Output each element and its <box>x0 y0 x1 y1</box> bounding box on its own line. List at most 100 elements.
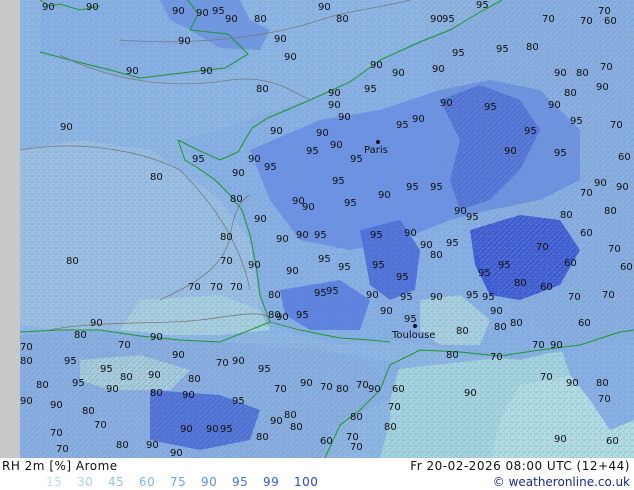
contour-label: 90 <box>302 202 315 213</box>
legend-tick: 75 <box>170 475 187 489</box>
contour-label: 95 <box>476 0 489 11</box>
contour-label: 90 <box>548 100 561 111</box>
contour-label: 70 <box>542 14 555 25</box>
contour-label: 60 <box>392 384 405 395</box>
contour-label: 60 <box>604 16 617 27</box>
contour-label: 60 <box>540 282 553 293</box>
contour-label: 95 <box>220 424 233 435</box>
contour-label: 90 <box>42 2 55 13</box>
contour-label: 90 <box>616 182 629 193</box>
contour-label: 80 <box>256 84 269 95</box>
contour-label: 80 <box>526 42 539 53</box>
contour-label: 95 <box>350 154 363 165</box>
contour-label: 80 <box>220 232 233 243</box>
contour-label: 70 <box>94 420 107 431</box>
contour-label: 95 <box>100 364 113 375</box>
contour-label: 95 <box>364 84 377 95</box>
contour-label: 80 <box>256 432 269 443</box>
contour-label: 90 <box>550 340 563 351</box>
contour-label: 60 <box>578 318 591 329</box>
contour-label: 90 <box>248 260 261 271</box>
legend-tick: 100 <box>294 475 319 489</box>
contour-label: 90 <box>316 128 329 139</box>
city-label: Toulouse <box>391 330 435 341</box>
contour-label: 80 <box>510 318 523 329</box>
contour-label: 90 <box>554 68 567 79</box>
contour-label: 80 <box>384 422 397 433</box>
contour-label: 95 <box>326 286 339 297</box>
contour-label: 90 <box>270 126 283 137</box>
contour-label: 90 <box>196 8 209 19</box>
contour-label: 95 <box>344 198 357 209</box>
contour-label: 90 <box>296 230 309 241</box>
contour-label: 60 <box>618 152 631 163</box>
contour-label: 95 <box>264 162 277 173</box>
contour-label: 90 <box>180 424 193 435</box>
contour-label: 60 <box>620 262 633 273</box>
contour-label: 95 <box>332 176 345 187</box>
contour-label: 90 <box>490 306 503 317</box>
contour-label: 80 <box>596 378 609 389</box>
contour-label: 80 <box>336 14 349 25</box>
contour-label: 90 <box>370 60 383 71</box>
weather-map: Paris Toulouse 90 90 90 90 95 90 80 90 8… <box>20 0 634 458</box>
contour-label: 80 <box>576 68 589 79</box>
contour-label: 90 <box>368 384 381 395</box>
map-title: RH 2m [%] Arome <box>2 459 118 473</box>
contour-label: 95 <box>404 314 417 325</box>
legend-tick: 95 <box>232 475 249 489</box>
legend-tick: 60 <box>139 475 156 489</box>
contour-label: 80 <box>494 322 507 333</box>
contour-label: 70 <box>580 188 593 199</box>
contour-label: 60 <box>580 228 593 239</box>
contour-label: 90 <box>430 292 443 303</box>
city-label: Paris <box>364 145 388 156</box>
contour-label: 95 <box>482 292 495 303</box>
contour-label: 90 <box>146 440 159 451</box>
contour-label: 95 <box>314 288 327 299</box>
contour-label: 90 <box>225 14 238 25</box>
contour-label: 80 <box>514 278 527 289</box>
contour-label: 80 <box>20 356 33 367</box>
contour-label: 80 <box>350 412 363 423</box>
contour-label: 70 <box>600 62 613 73</box>
contour-label: 80 <box>290 422 303 433</box>
contour-label: 90 <box>378 190 391 201</box>
map-footer: RH 2m [%] Arome Fr 20-02-2026 08:00 UTC … <box>0 458 634 490</box>
contour-label: 90 <box>126 66 139 77</box>
contour-label: 95 <box>232 396 245 407</box>
contour-label: 70 <box>320 382 333 393</box>
contour-label: 70 <box>540 372 553 383</box>
contour-label: 90 <box>148 370 161 381</box>
contour-label: 95 <box>498 260 511 271</box>
contour-label: 60 <box>564 258 577 269</box>
contour-label: 95 <box>484 102 497 113</box>
contour-label: 95 <box>212 6 225 17</box>
map-left-margin <box>0 0 20 458</box>
contour-label: 95 <box>296 310 309 321</box>
contour-label: 80 <box>82 406 95 417</box>
contour-label: 95 <box>72 378 85 389</box>
contour-label: 95 <box>452 48 465 59</box>
weatheronline-credit-link[interactable]: © weatheronline.co.uk <box>493 474 630 490</box>
contour-label: 95 <box>64 356 77 367</box>
contour-label: 90 <box>318 2 331 13</box>
contour-label: 95 <box>314 230 327 241</box>
color-legend: 15 30 45 60 75 90 95 99 100 <box>46 474 325 490</box>
contour-label: 80 <box>188 374 201 385</box>
contour-label: 90 <box>504 146 517 157</box>
legend-tick: 15 <box>46 475 63 489</box>
legend-tick: 99 <box>263 475 280 489</box>
contour-label: 90 <box>328 88 341 99</box>
contour-label: 70 <box>216 358 229 369</box>
contour-label: 80 <box>66 256 79 267</box>
contour-label: 90 <box>60 122 73 133</box>
contour-label: 90 <box>172 350 185 361</box>
contour-label: 80 <box>564 88 577 99</box>
contour-label: 70 <box>610 120 623 131</box>
contour-label: 70 <box>598 394 611 405</box>
contour-label: 80 <box>268 290 281 301</box>
contour-label: 90 <box>328 100 341 111</box>
contour-label: 90 <box>254 214 267 225</box>
legend-tick: 45 <box>108 475 125 489</box>
